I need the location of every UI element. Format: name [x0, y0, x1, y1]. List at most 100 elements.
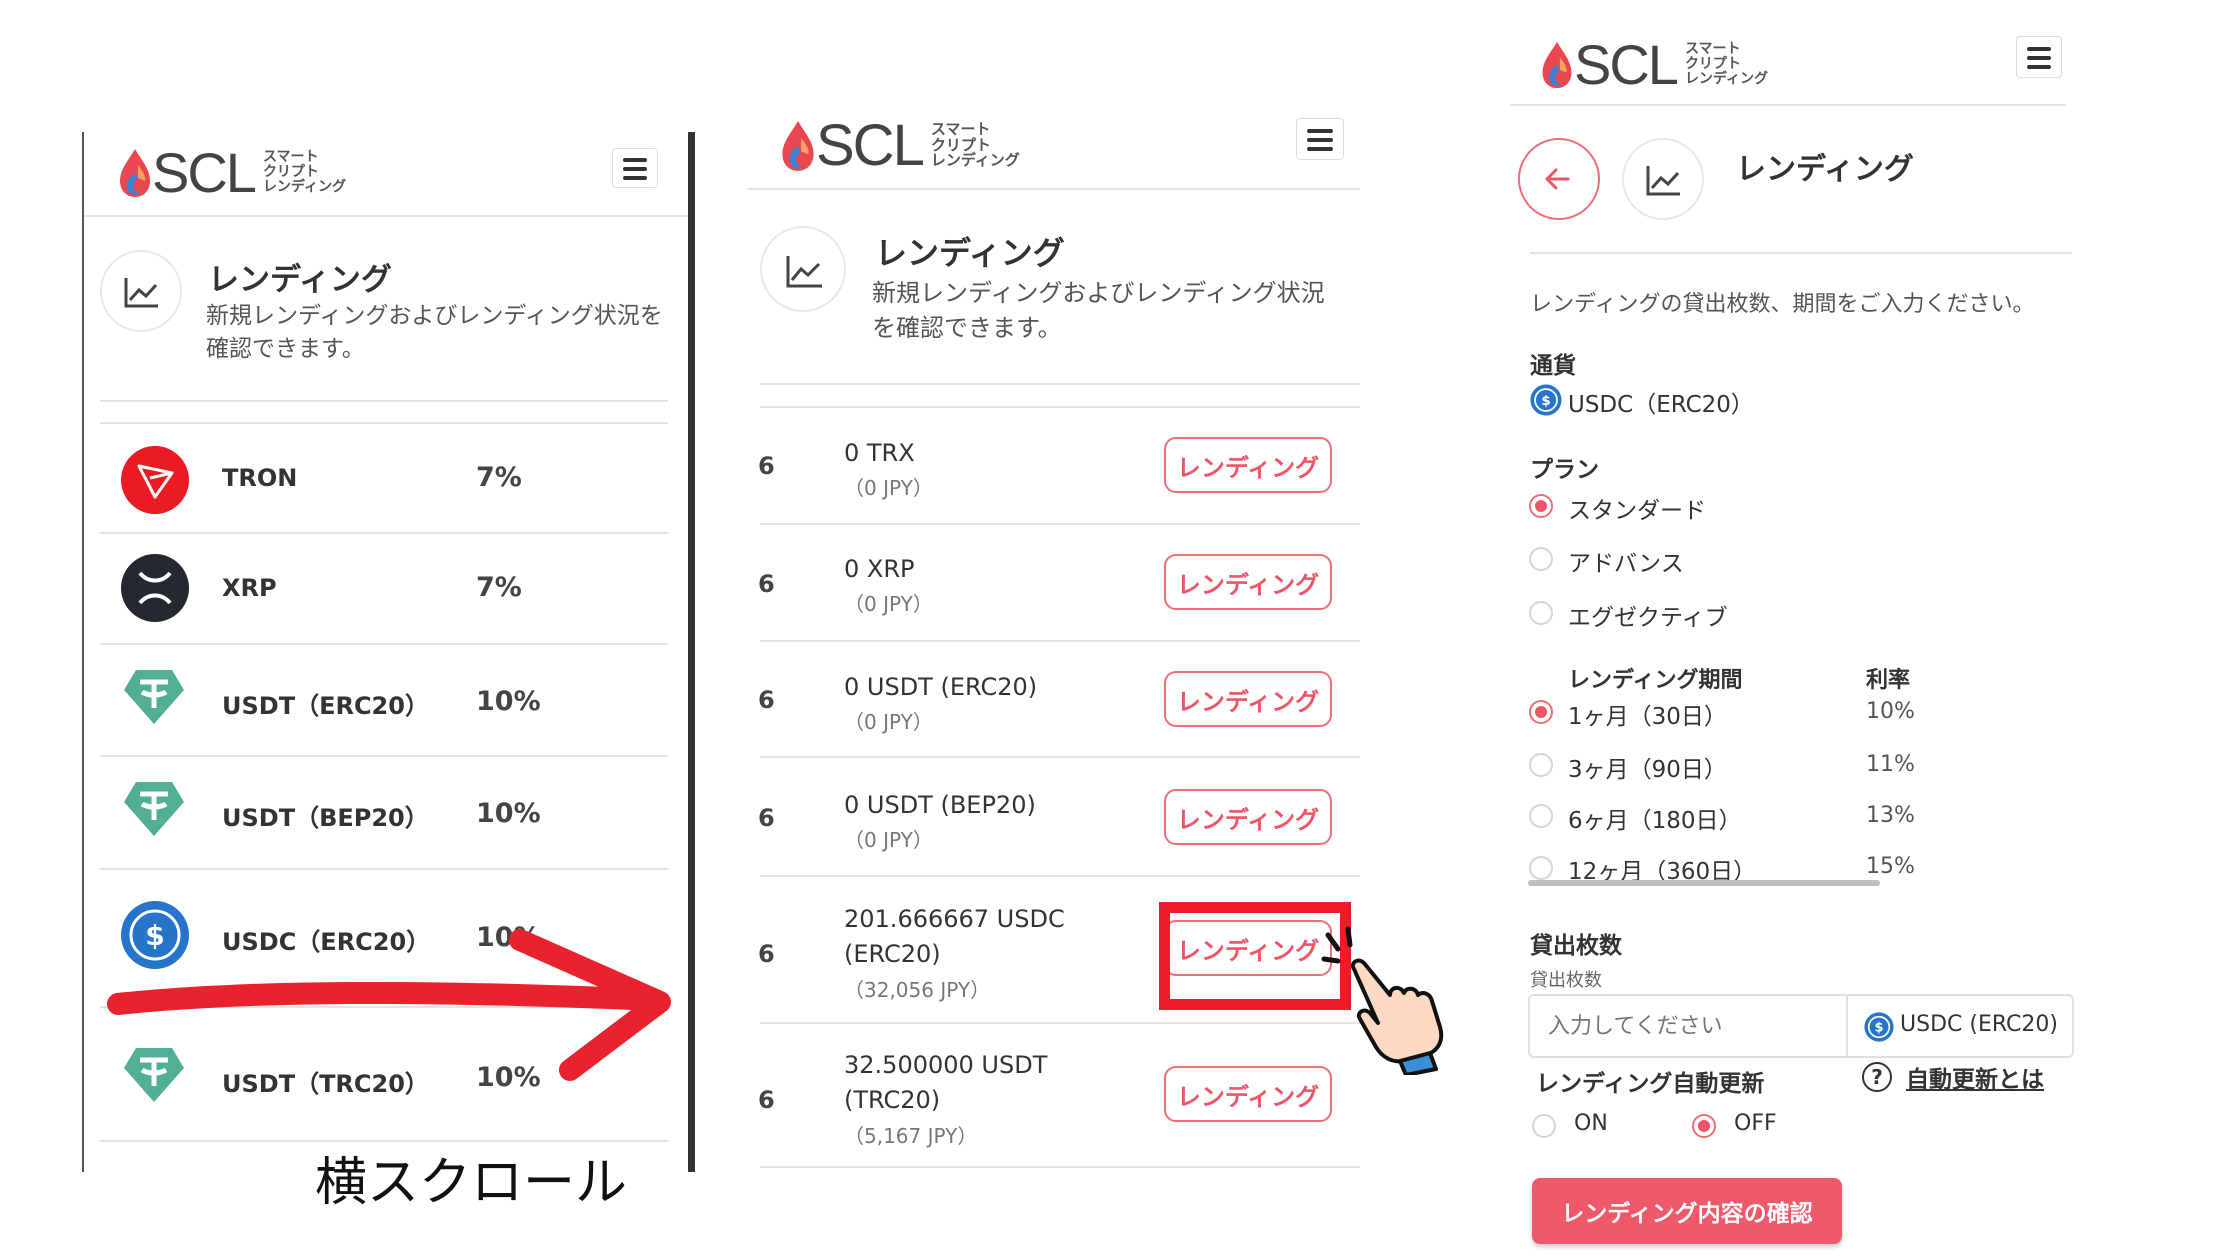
divider: [100, 422, 668, 424]
divider: [100, 643, 668, 645]
period-label: 1ヶ月（30日）: [1568, 704, 1727, 730]
radio-period[interactable]: [1529, 700, 1553, 724]
divider: [84, 215, 688, 217]
svg-text:$: $: [1541, 393, 1551, 409]
svg-text:$: $: [1875, 1021, 1884, 1036]
period-header: レンディング期間: [1568, 668, 1743, 693]
coin-name: TRON: [222, 464, 298, 492]
lending-amount: 32.500000 USDT (TRC20): [844, 1051, 1048, 1114]
drop-logo-icon: [782, 120, 814, 171]
period-label: 3ヶ月（90日）: [1568, 757, 1727, 783]
radio-standard[interactable]: [1529, 494, 1553, 518]
plan-option-label: エグゼクティブ: [1568, 605, 1728, 631]
coin-rate: 7%: [476, 572, 522, 603]
auto-renew-off-label: OFF: [1734, 1111, 1777, 1136]
lending-jpy: （0 JPY）: [844, 476, 933, 500]
divider: [760, 1166, 1360, 1168]
amount-label: 貸出枚数: [1530, 933, 1622, 959]
xrp-icon: [121, 554, 189, 622]
divider: [760, 640, 1360, 642]
page-description: 新規レンディングおよびレンディング状況を確認できます。: [206, 303, 663, 363]
radio-period[interactable]: [1529, 753, 1553, 777]
divider: [1530, 252, 2072, 254]
logo-subtitle: スマート クリプト レンディング: [262, 149, 346, 195]
lending-button[interactable]: レンディング: [1164, 1066, 1332, 1122]
lending-button[interactable]: レンディング: [1164, 437, 1332, 493]
lending-amount: 0 TRX: [844, 439, 915, 467]
scl-logo[interactable]: SCL スマート クリプト レンディング: [118, 140, 346, 205]
divider: [760, 875, 1360, 877]
divider: [100, 868, 668, 870]
horizontal-scrollbar[interactable]: [1528, 880, 1880, 886]
menu-icon[interactable]: [1296, 118, 1344, 160]
amount-sublabel: 貸出枚数: [1530, 970, 1602, 991]
currency-label: 通貨: [1530, 353, 1576, 379]
period-rate: 10%: [1866, 699, 1915, 724]
radio-advance[interactable]: [1529, 547, 1553, 571]
chart-icon: [1622, 138, 1704, 220]
lending-jpy: （0 JPY）: [844, 592, 933, 616]
drop-logo-icon: [120, 148, 150, 197]
chart-icon: [100, 250, 182, 332]
auto-renew-on-label: ON: [1574, 1111, 1608, 1136]
coin-rate: 10%: [476, 686, 541, 717]
confirm-button[interactable]: レンディング内容の確認: [1532, 1178, 1842, 1244]
tron-icon: [121, 446, 189, 514]
lending-button[interactable]: レンディング: [1164, 671, 1332, 727]
panel-1-scrollbar[interactable]: [688, 132, 695, 1172]
page-title: レンディング: [875, 234, 1065, 272]
tether-icon: [124, 670, 184, 724]
lending-button[interactable]: レンディング: [1164, 789, 1332, 845]
period-label: 6ヶ月（180日）: [1568, 808, 1742, 834]
amount-field: $ USDC (ERC20): [1528, 994, 2074, 1058]
divider: [760, 383, 1360, 385]
radio-auto-renew-on[interactable]: [1532, 1114, 1556, 1138]
rate-header: 利率: [1866, 668, 1911, 693]
form-instruction: レンディングの貸出枚数、期間をご入力ください。: [1530, 292, 2035, 317]
period-rate: 13%: [1866, 803, 1915, 828]
arrow-left-icon: [1545, 168, 1570, 190]
lending-amount: 0 USDT (ERC20): [844, 673, 1038, 701]
back-button[interactable]: [1518, 138, 1600, 220]
scroll-arrow-icon: [107, 929, 671, 1081]
lending-button[interactable]: レンディング: [1164, 554, 1332, 610]
lending-jpy: （0 JPY）: [844, 828, 933, 852]
rate-clipped: 6: [758, 686, 775, 714]
logo-text: SCL: [1574, 33, 1679, 96]
plan-label: プラン: [1530, 457, 1599, 483]
page-title: レンディング: [1736, 152, 1914, 187]
coin-name: USDT（BEP20）: [222, 804, 429, 832]
menu-icon[interactable]: [2016, 36, 2062, 78]
logo-text: SCL: [816, 113, 925, 178]
scl-logo[interactable]: SCL スマート クリプト レンディング: [780, 112, 1020, 179]
lending-amount: 201.666667 USDC (ERC20): [844, 905, 1065, 968]
lending-amount: 0 XRP: [844, 555, 915, 583]
panel-1-left-edge: [82, 132, 84, 1172]
scl-logo[interactable]: SCL スマート クリプト レンディング: [1540, 32, 1768, 97]
menu-icon[interactable]: [612, 148, 658, 188]
rate-clipped: 6: [758, 1086, 775, 1114]
radio-auto-renew-off[interactable]: [1692, 1114, 1716, 1138]
usdc-icon: $: [1864, 1012, 1894, 1042]
page-title: レンディング: [208, 262, 392, 298]
rate-clipped: 6: [758, 570, 775, 598]
radio-period[interactable]: [1529, 804, 1553, 828]
auto-renew-help-link[interactable]: ? 自動更新とは: [1862, 1060, 2044, 1094]
lending-jpy: （5,167 JPY）: [844, 1124, 978, 1148]
coin-name: XRP: [222, 574, 277, 602]
logo-text: SCL: [152, 141, 257, 204]
chart-icon: [760, 226, 846, 312]
pointing-hand-icon: [1321, 926, 1444, 1075]
drop-logo-icon: [1542, 41, 1572, 88]
lending-jpy: （32,056 JPY）: [844, 978, 991, 1002]
period-rate: 11%: [1866, 752, 1915, 777]
rate-clipped: 6: [758, 452, 775, 480]
radio-period[interactable]: [1529, 856, 1553, 880]
amount-input[interactable]: [1530, 996, 1846, 1056]
divider: [100, 532, 668, 534]
divider: [1846, 996, 1848, 1056]
logo-subtitle: スマート クリプト レンディング: [930, 119, 1020, 170]
radio-executive[interactable]: [1529, 601, 1553, 625]
period-rate: 15%: [1866, 854, 1915, 879]
lending-amount: 0 USDT (BEP20): [844, 791, 1036, 819]
